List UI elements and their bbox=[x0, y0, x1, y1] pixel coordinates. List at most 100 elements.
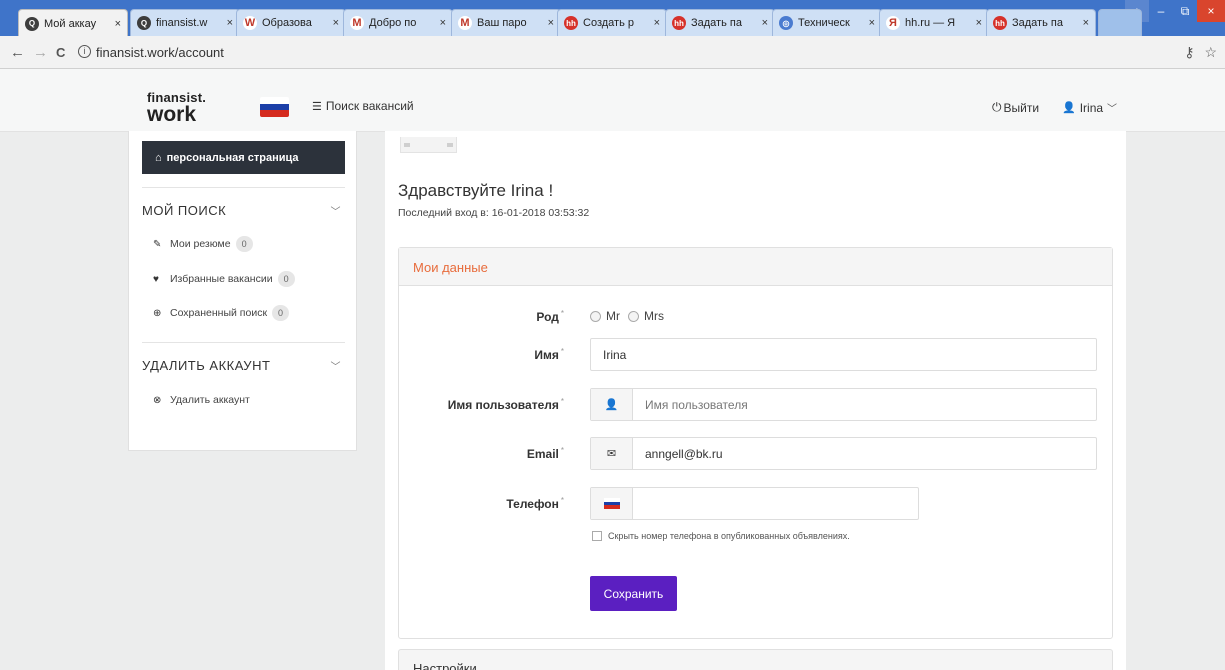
chevron-down-icon: ﹀ bbox=[330, 362, 341, 373]
site-logo[interactable]: finansist. work bbox=[147, 91, 206, 126]
page-title: Здравствуйте Irina ! bbox=[398, 181, 554, 200]
address-bar: ← → C i finansist.work/account ⚷ ☆ bbox=[0, 36, 1225, 69]
favicon-icon: hh bbox=[993, 16, 1007, 30]
favicon-icon: M bbox=[458, 16, 472, 30]
count-badge: 0 bbox=[277, 271, 295, 287]
gender-option-mr[interactable]: Mr bbox=[590, 309, 620, 323]
radio-label: Mr bbox=[606, 309, 620, 323]
browser-tab[interactable]: Яhh.ru — Я × bbox=[879, 9, 989, 36]
forward-button[interactable]: → bbox=[33, 44, 48, 61]
close-tab-icon[interactable]: × bbox=[869, 17, 875, 29]
logout-link[interactable]: ⏻ Выйти bbox=[992, 100, 1039, 115]
hide-phone-checkbox[interactable] bbox=[592, 531, 602, 541]
label-text: Телефон bbox=[506, 497, 559, 511]
close-tab-icon[interactable]: × bbox=[440, 17, 446, 29]
browser-tab[interactable]: W Образова × bbox=[236, 9, 346, 36]
sidebar-item-favorite-vacancies[interactable]: ♥ Избранные вакансии 0 bbox=[153, 271, 295, 287]
country-flag-button[interactable] bbox=[591, 488, 633, 519]
url-field[interactable]: finansist.work/account bbox=[96, 45, 224, 60]
key-icon[interactable]: ⚷ bbox=[1184, 44, 1194, 60]
user-name: Irina bbox=[1079, 100, 1104, 115]
required-mark: * bbox=[560, 446, 564, 455]
browser-tab[interactable]: ◎ Техничеcк × bbox=[772, 9, 882, 36]
count-badge: 0 bbox=[272, 305, 290, 321]
browser-tab-bar: ▲ – ⧉ × QМой аккау×Qfinansist.w×WОбразов… bbox=[0, 0, 1225, 37]
name-input[interactable]: Irina bbox=[590, 338, 1097, 371]
radio-button[interactable] bbox=[590, 310, 601, 322]
browser-tab[interactable]: hh Задать па × bbox=[665, 9, 775, 36]
close-tab-icon[interactable]: × bbox=[976, 17, 982, 29]
tab-title: Задать па bbox=[691, 17, 742, 29]
sidebar-item-label: Сохраненный поиск bbox=[170, 307, 268, 319]
envelope-icon: ✉ bbox=[591, 438, 633, 469]
sidebar-item-saved-search[interactable]: ⊕ Сохраненный поиск 0 bbox=[153, 305, 290, 321]
browser-tab[interactable]: M Ваш паро × bbox=[451, 9, 561, 36]
heart-icon: ♥ bbox=[153, 273, 159, 285]
browser-tab[interactable]: Qfinansist.w × bbox=[130, 9, 240, 36]
email-input[interactable]: ✉ anngell@bk.ru bbox=[590, 437, 1097, 470]
section-my-search[interactable]: МОЙ ПОИСК ﹀ bbox=[142, 203, 345, 218]
language-flag[interactable] bbox=[260, 97, 289, 117]
user-menu[interactable]: 👤 Irina ﹀ bbox=[1062, 100, 1118, 116]
close-window-button[interactable]: × bbox=[1197, 0, 1225, 22]
email-label: Email * bbox=[399, 446, 564, 461]
back-button[interactable]: ← bbox=[10, 44, 25, 61]
site-header: finansist. work ☰ Поиск вакансий ⏻ Выйти… bbox=[0, 69, 1225, 132]
paperclip-icon: ✎ bbox=[153, 238, 162, 250]
close-tab-icon[interactable]: × bbox=[1083, 17, 1089, 29]
close-tab-icon[interactable]: × bbox=[762, 17, 768, 29]
collapsed-widget[interactable] bbox=[400, 137, 457, 153]
browser-tab[interactable]: hh Создать р × bbox=[557, 9, 667, 36]
bookmark-star-icon[interactable]: ☆ bbox=[1204, 44, 1217, 60]
russia-flag-icon bbox=[603, 498, 620, 509]
close-tab-icon[interactable]: × bbox=[333, 17, 339, 29]
x-circle-icon: ⊗ bbox=[153, 394, 162, 406]
phone-label: Телефон * bbox=[399, 496, 564, 511]
phone-input[interactable] bbox=[590, 487, 919, 520]
new-tab-button[interactable] bbox=[1098, 9, 1142, 36]
browser-tab[interactable]: hh Задать па × bbox=[986, 9, 1096, 36]
minimize-button[interactable]: – bbox=[1149, 0, 1173, 22]
tab-title: Добро по bbox=[369, 17, 417, 29]
save-button[interactable]: Сохранить bbox=[590, 576, 677, 611]
site-info-icon[interactable]: i bbox=[78, 45, 91, 58]
gender-option-mrs[interactable]: Mrs bbox=[628, 309, 664, 323]
maximize-button[interactable]: ⧉ bbox=[1173, 0, 1197, 22]
tab-title: Ваш паро bbox=[477, 17, 527, 29]
browser-tab[interactable]: M Добро по × bbox=[343, 9, 453, 36]
label-text: Имя bbox=[534, 348, 559, 362]
radio-button[interactable] bbox=[628, 310, 639, 322]
settings-panel[interactable]: Настройки bbox=[398, 649, 1113, 670]
required-mark: * bbox=[560, 397, 564, 406]
vacancy-search-link[interactable]: ☰ Поиск вакансий bbox=[312, 99, 414, 113]
close-tab-icon[interactable]: × bbox=[115, 18, 121, 30]
close-tab-icon[interactable]: × bbox=[548, 17, 554, 29]
personal-page-label: персональная страница bbox=[166, 151, 299, 164]
user-icon: 👤 bbox=[591, 389, 633, 420]
favicon-icon: ◎ bbox=[779, 16, 793, 30]
required-mark: * bbox=[560, 347, 564, 356]
favicon-icon: W bbox=[243, 16, 257, 30]
sidebar-item-my-resumes[interactable]: ✎ Мои резюме 0 bbox=[153, 236, 253, 252]
reload-button[interactable]: C bbox=[56, 45, 65, 60]
browser-tab[interactable]: Q Мой аккау × bbox=[18, 9, 128, 37]
label-text: Email bbox=[526, 447, 559, 461]
gender-label: Род * bbox=[399, 309, 564, 324]
sidebar: ⌂ персональная страница МОЙ ПОИСК ﹀ ✎ Мо… bbox=[128, 131, 357, 451]
chevron-down-icon: ﹀ bbox=[1107, 104, 1118, 115]
favicon-icon: M bbox=[350, 16, 364, 30]
sidebar-item-personal-page[interactable]: ⌂ персональная страница bbox=[142, 141, 345, 174]
hide-phone-option[interactable]: Скрыть номер телефона в опубликованных о… bbox=[592, 531, 850, 541]
section-delete-account[interactable]: УДАЛИТЬ АККАУНТ ﹀ bbox=[142, 358, 345, 373]
sidebar-item-delete-account[interactable]: ⊗ Удалить аккаунт bbox=[153, 394, 250, 406]
username-input[interactable]: 👤 Имя пользователя bbox=[590, 388, 1097, 421]
close-tab-icon[interactable]: × bbox=[654, 17, 660, 29]
flag-stripe bbox=[260, 97, 289, 104]
logout-label: Выйти bbox=[1003, 100, 1040, 115]
tab-title: Образова bbox=[262, 17, 312, 29]
email-value: anngell@bk.ru bbox=[645, 446, 723, 461]
vacancy-search-label: Поиск вакансий bbox=[325, 99, 414, 113]
plus-circle-icon: ⊕ bbox=[153, 307, 162, 319]
name-label: Имя * bbox=[399, 347, 564, 362]
close-tab-icon[interactable]: × bbox=[227, 17, 233, 29]
